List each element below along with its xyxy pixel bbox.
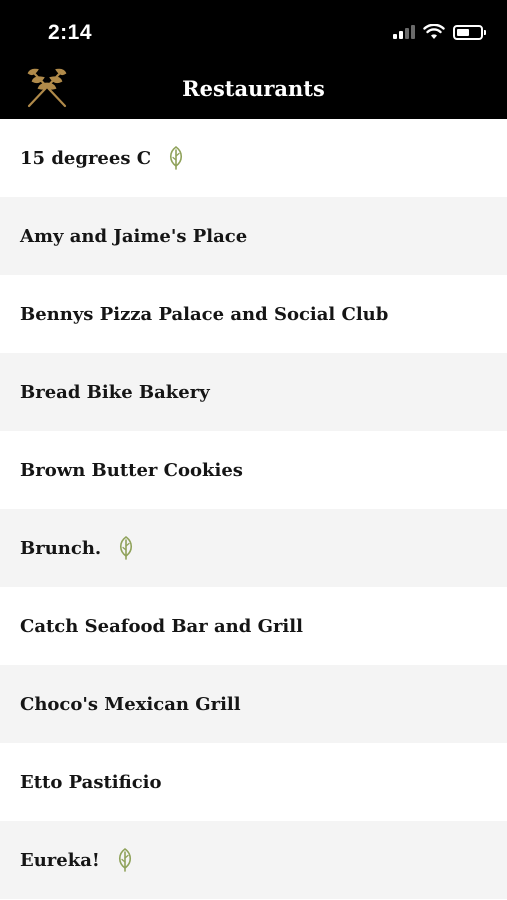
restaurant-name: Choco's Mexican Grill [20,693,241,715]
top-bar: 2:14 Restaurants [0,0,507,119]
cellular-signal-icon [393,25,415,39]
restaurant-name: Amy and Jaime's Place [20,225,248,247]
restaurant-name: Catch Seafood Bar and Grill [20,615,303,637]
list-item[interactable]: Catch Seafood Bar and Grill [0,587,507,665]
battery-level [457,28,470,36]
page-title: Restaurants [182,76,325,101]
leaf-icon [170,146,183,170]
list-item[interactable]: Eureka! [0,821,507,899]
list-item[interactable]: Bennys Pizza Palace and Social Club [0,275,507,353]
restaurant-name: 15 degrees C [20,147,152,169]
restaurant-name: Eureka! [20,849,100,871]
restaurant-name: Brunch. [20,537,102,559]
list-item[interactable]: Brown Butter Cookies [0,431,507,509]
restaurants-screen: 2:14 Restaurants 15 degrees C Amy and Ja… [0,0,507,900]
restaurant-name: Brown Butter Cookies [20,459,243,481]
list-item[interactable]: 15 degrees C [0,119,507,197]
restaurant-list: 15 degrees C Amy and Jaime's Place Bennys … [0,119,507,899]
list-item[interactable]: Brunch. [0,509,507,587]
list-item[interactable]: Choco's Mexican Grill [0,665,507,743]
wifi-icon [423,24,445,39]
status-time: 2:14 [48,21,93,44]
list-item[interactable]: Bread Bike Bakery [0,353,507,431]
status-icons [393,24,486,40]
restaurant-name: Bennys Pizza Palace and Social Club [20,303,389,325]
leaf-icon [120,536,133,560]
restaurant-name: Etto Pastificio [20,771,162,793]
leaf-icon [118,848,131,872]
list-item[interactable]: Amy and Jaime's Place [0,197,507,275]
list-item[interactable]: Etto Pastificio [0,743,507,821]
battery-icon [453,24,486,40]
restaurant-name: Bread Bike Bakery [20,381,210,403]
